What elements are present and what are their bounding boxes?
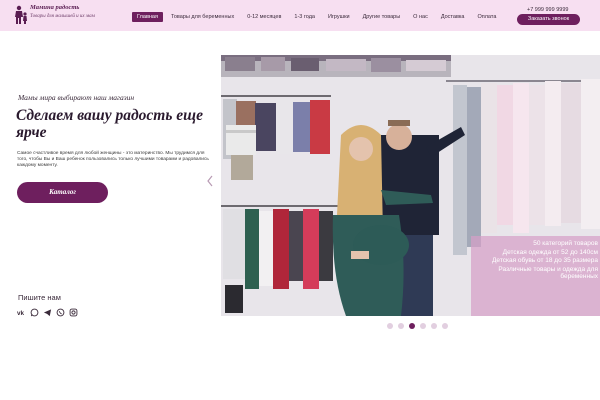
- nav-item-1-3-years[interactable]: 1-3 года: [289, 12, 320, 22]
- hero-description: Самое счастливое время для любой женщины…: [17, 151, 209, 168]
- nav-item-payment[interactable]: Оплата: [472, 12, 501, 22]
- nav-item-other[interactable]: Другие товары: [358, 12, 406, 22]
- overlay-line: Различные товары и одежда для беременных: [498, 265, 598, 281]
- svg-text:vk: vk: [17, 310, 25, 317]
- whatsapp-icon[interactable]: [30, 308, 39, 317]
- slider-dot[interactable]: [420, 323, 426, 329]
- vk-icon[interactable]: vk: [17, 308, 26, 317]
- overlay-line: Детская одежда от 52 до 140см: [502, 248, 598, 256]
- slider-dot[interactable]: [398, 323, 404, 329]
- nav-item-0-12-months[interactable]: 0-12 месяцев: [242, 12, 286, 22]
- brand-name: Мамина радость: [30, 4, 80, 11]
- nav-item-pregnancy[interactable]: Товары для беременных: [166, 12, 239, 22]
- nav-item-toys[interactable]: Игрушки: [323, 12, 355, 22]
- slider-dots: [387, 323, 453, 329]
- telegram-icon[interactable]: [43, 308, 52, 317]
- nav-item-delivery[interactable]: Доставка: [436, 12, 470, 22]
- nav-item-home[interactable]: Главная: [132, 12, 163, 22]
- overlay-line: 50 категорий товаров: [533, 240, 598, 247]
- slider-dot-active[interactable]: [409, 323, 415, 329]
- social-links: vk: [17, 308, 82, 317]
- callback-button[interactable]: Заказать звонок: [517, 14, 580, 25]
- hero-slide: 50 категорий товаров Детская одежда от 5…: [221, 55, 600, 316]
- slider-dot[interactable]: [387, 323, 393, 329]
- hero-title: Сделаем вашу радость еще ярче: [16, 107, 203, 141]
- main-nav: Главная Товары для беременных 0-12 месяц…: [132, 12, 504, 22]
- hero-eyebrow: Мамы мира выбирают наш магазин: [18, 93, 135, 102]
- brand-tagline: Товары для малышей и их мам: [30, 13, 95, 19]
- chevron-left-icon[interactable]: [205, 174, 215, 188]
- nav-item-about[interactable]: О нас: [408, 12, 433, 22]
- logo[interactable]: Мамина радость Товары для малышей и их м…: [14, 4, 95, 25]
- mother-child-logo-icon: [15, 5, 27, 24]
- instagram-icon[interactable]: [69, 308, 78, 317]
- social-title: Пишите нам: [18, 293, 61, 302]
- catalog-button[interactable]: Каталог: [17, 182, 108, 203]
- viber-icon[interactable]: [56, 308, 65, 317]
- slider-dot[interactable]: [431, 323, 437, 329]
- site-header: Мамина радость Товары для малышей и их м…: [0, 0, 600, 31]
- slider-dot[interactable]: [442, 323, 448, 329]
- phone-number[interactable]: +7 999 999 9999: [527, 7, 568, 13]
- slide-overlay: 50 категорий товаров Детская одежда от 5…: [471, 236, 600, 316]
- overlay-line: Детская обувь от 18 до 35 размера: [492, 257, 598, 264]
